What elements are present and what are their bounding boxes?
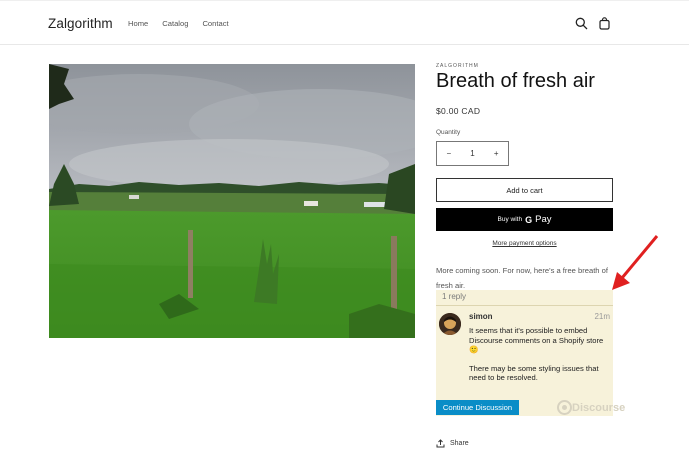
annotation-arrow-icon — [612, 235, 659, 290]
